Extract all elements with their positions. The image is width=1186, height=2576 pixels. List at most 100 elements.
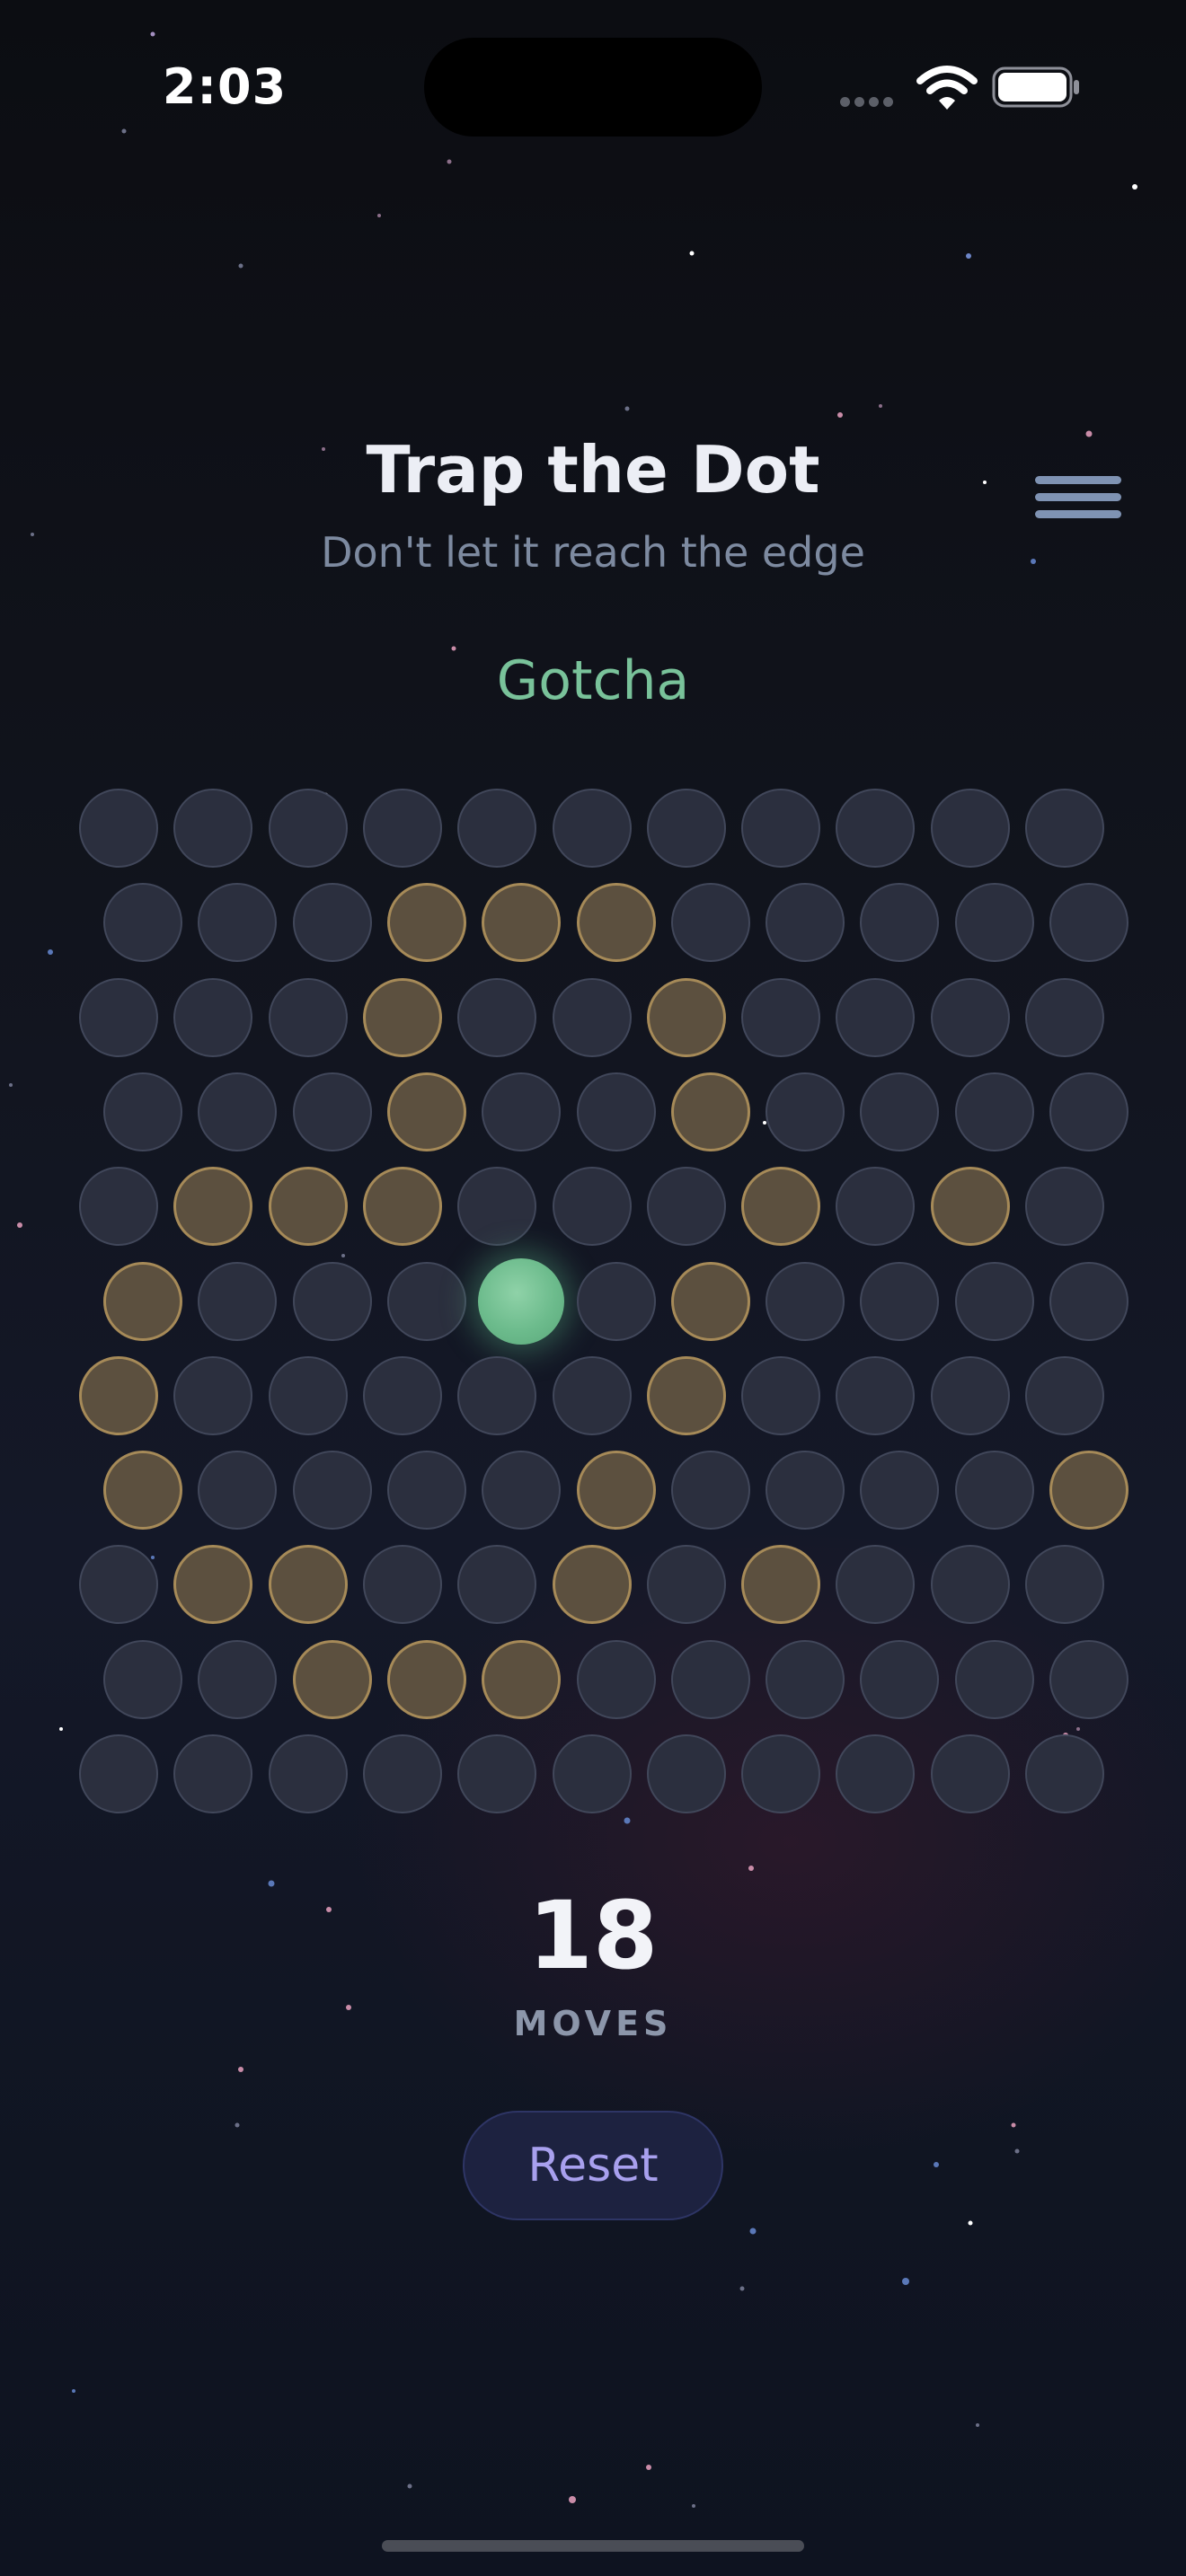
board-cell-empty[interactable]: [836, 977, 916, 1057]
board-cell-empty[interactable]: [954, 1261, 1034, 1341]
board-cell-blocked: [646, 1355, 726, 1435]
board-cell-empty[interactable]: [930, 1355, 1010, 1435]
reset-button[interactable]: Reset: [463, 2111, 723, 2220]
board-cell-empty[interactable]: [766, 1072, 845, 1151]
board-cell-empty[interactable]: [457, 977, 537, 1057]
board-cell-empty[interactable]: [292, 1072, 372, 1151]
board-cell-empty[interactable]: [173, 1355, 253, 1435]
board-cell-empty[interactable]: [198, 1451, 278, 1531]
board-cell-empty[interactable]: [766, 1261, 845, 1341]
board-cell-empty[interactable]: [1025, 789, 1104, 868]
board-cell-empty[interactable]: [646, 1167, 726, 1247]
board-cell-empty[interactable]: [173, 977, 253, 1057]
board-cell-empty[interactable]: [198, 1261, 278, 1341]
board-cell-empty[interactable]: [1049, 1639, 1128, 1719]
board-cell-empty[interactable]: [576, 1639, 656, 1719]
board-cell-empty[interactable]: [860, 1072, 940, 1151]
board-cell-empty[interactable]: [457, 1545, 537, 1625]
board-cell-empty[interactable]: [1025, 1355, 1104, 1435]
board-cell-empty[interactable]: [860, 1639, 940, 1719]
board-cell-empty[interactable]: [482, 1451, 562, 1531]
board-cell-empty[interactable]: [268, 1355, 348, 1435]
board-cell-empty[interactable]: [1025, 977, 1104, 1057]
board-cell-empty[interactable]: [646, 1545, 726, 1625]
board-cell-empty[interactable]: [576, 1072, 656, 1151]
board-cell-empty[interactable]: [362, 1734, 442, 1813]
board-cell-empty[interactable]: [386, 1261, 466, 1341]
board-cell-empty[interactable]: [103, 1072, 182, 1151]
board-cell-empty[interactable]: [836, 1355, 916, 1435]
board-cell-blocked: [173, 1167, 253, 1247]
board-cell-empty[interactable]: [79, 1167, 158, 1247]
board-cell-empty[interactable]: [670, 883, 750, 963]
game-status: Gotcha: [496, 649, 690, 712]
board-cell-empty[interactable]: [103, 1639, 182, 1719]
board-cell-empty[interactable]: [954, 883, 1034, 963]
board-cell-blocked: [482, 1639, 562, 1719]
board-cell-empty[interactable]: [836, 789, 916, 868]
board-cell-empty[interactable]: [860, 1451, 940, 1531]
board-cell-empty[interactable]: [362, 789, 442, 868]
board-cell-empty[interactable]: [1049, 1261, 1128, 1341]
board-cell-empty[interactable]: [198, 883, 278, 963]
board-cell-empty[interactable]: [741, 1355, 821, 1435]
board-cell-empty[interactable]: [79, 1545, 158, 1625]
board-cell-empty[interactable]: [198, 1639, 278, 1719]
board-cell-empty[interactable]: [1049, 1072, 1128, 1151]
board-cell-empty[interactable]: [292, 1261, 372, 1341]
board-cell-empty[interactable]: [482, 1072, 562, 1151]
board-cell-empty[interactable]: [930, 1545, 1010, 1625]
board-cell-empty[interactable]: [457, 789, 537, 868]
board-cell-empty[interactable]: [552, 789, 632, 868]
board-cell-empty[interactable]: [362, 1545, 442, 1625]
board-cell-empty[interactable]: [954, 1451, 1034, 1531]
board-cell-empty[interactable]: [954, 1639, 1034, 1719]
board-cell-empty[interactable]: [741, 789, 821, 868]
board-cell-empty[interactable]: [766, 883, 845, 963]
board-cell-empty[interactable]: [766, 1451, 845, 1531]
board-cell-empty[interactable]: [836, 1167, 916, 1247]
board-cell-empty[interactable]: [198, 1072, 278, 1151]
board-cell-empty[interactable]: [954, 1072, 1034, 1151]
board-cell-empty[interactable]: [292, 883, 372, 963]
board-cell-empty[interactable]: [741, 977, 821, 1057]
board-cell-empty[interactable]: [670, 1639, 750, 1719]
board-cell-empty[interactable]: [103, 883, 182, 963]
board-cell-empty[interactable]: [457, 1355, 537, 1435]
board-cell-empty[interactable]: [552, 1734, 632, 1813]
board-cell-empty[interactable]: [741, 1734, 821, 1813]
board-cell-empty[interactable]: [457, 1734, 537, 1813]
board-cell-empty[interactable]: [79, 1734, 158, 1813]
board-cell-empty[interactable]: [930, 977, 1010, 1057]
board-cell-empty[interactable]: [386, 1451, 466, 1531]
board-cell-empty[interactable]: [1049, 883, 1128, 963]
board-cell-empty[interactable]: [860, 1261, 940, 1341]
board-cell-empty[interactable]: [930, 789, 1010, 868]
board-cell-empty[interactable]: [173, 789, 253, 868]
board-cell-empty[interactable]: [457, 1167, 537, 1247]
board-cell-empty[interactable]: [552, 977, 632, 1057]
board-cell-empty[interactable]: [268, 977, 348, 1057]
board-cell-empty[interactable]: [268, 789, 348, 868]
board-cell-empty[interactable]: [362, 1355, 442, 1435]
board-cell-empty[interactable]: [552, 1355, 632, 1435]
board-cell-empty[interactable]: [646, 789, 726, 868]
board-cell-empty[interactable]: [1025, 1734, 1104, 1813]
board-cell-empty[interactable]: [836, 1545, 916, 1625]
board-cell-empty[interactable]: [930, 1734, 1010, 1813]
menu-button[interactable]: [1035, 476, 1125, 534]
board-cell-empty[interactable]: [646, 1734, 726, 1813]
board-cell-empty[interactable]: [173, 1734, 253, 1813]
board-cell-empty[interactable]: [670, 1451, 750, 1531]
board-cell-empty[interactable]: [292, 1451, 372, 1531]
board-cell-empty[interactable]: [268, 1734, 348, 1813]
board-cell-empty[interactable]: [836, 1734, 916, 1813]
board-cell-empty[interactable]: [766, 1639, 845, 1719]
board-cell-empty[interactable]: [1025, 1167, 1104, 1247]
board-cell-empty[interactable]: [79, 977, 158, 1057]
board-cell-empty[interactable]: [552, 1167, 632, 1247]
board-cell-empty[interactable]: [576, 1261, 656, 1341]
board-cell-empty[interactable]: [860, 883, 940, 963]
board-cell-empty[interactable]: [1025, 1545, 1104, 1625]
board-cell-empty[interactable]: [79, 789, 158, 868]
